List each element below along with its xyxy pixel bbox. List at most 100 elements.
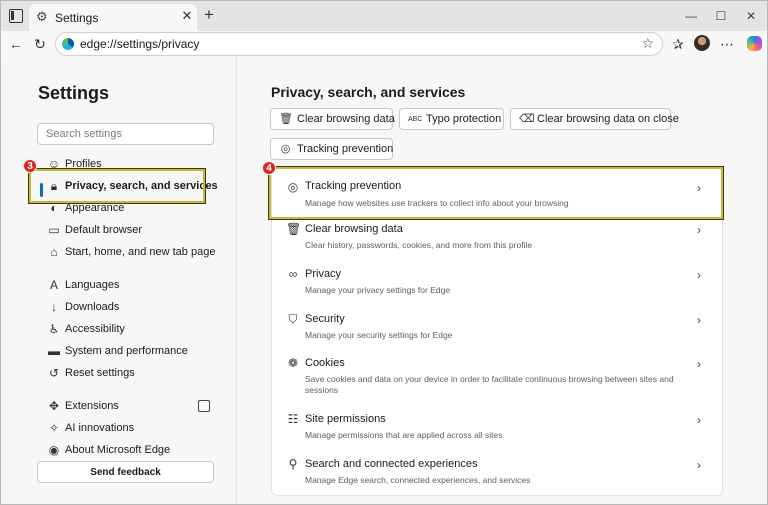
sidebar-item-accessibility[interactable]: ♿︎ Accessibility: [47, 320, 217, 340]
row-description: Manage permissions that are applied acro…: [305, 430, 503, 440]
more-menu-icon[interactable]: ⋯: [718, 34, 736, 54]
sidebar-item-system[interactable]: ▬ System and performance: [47, 342, 217, 362]
browser-window: ⚙ Settings ✕ + — ☐ ✕ ← ↻ edge://settings…: [0, 0, 768, 505]
avatar[interactable]: [694, 35, 710, 51]
chevron-right-icon: ›: [697, 357, 701, 371]
gear-icon: ⚙: [36, 9, 48, 24]
close-tab-icon[interactable]: ✕: [179, 8, 195, 24]
step-badge-4: 4: [262, 161, 276, 175]
chevron-right-icon: ›: [697, 313, 701, 327]
list-item-clear-browsing-data[interactable]: 🗑︎ Clear browsing data Clear history, pa…: [272, 220, 722, 264]
typo-protection-button[interactable]: ABC Typo protection: [399, 108, 504, 130]
sidebar-item-label: Downloads: [65, 301, 120, 313]
row-title: Clear browsing data: [305, 223, 403, 235]
palette-icon: ◐: [50, 201, 58, 215]
address-bar[interactable]: edge://settings/privacy ☆: [55, 32, 663, 56]
trash-icon: 🗑︎: [286, 222, 302, 236]
sidebar-item-downloads[interactable]: ↓ Downloads: [47, 298, 217, 318]
sidebar-item-reset[interactable]: ↺ Reset settings: [47, 364, 217, 384]
minimize-button[interactable]: —: [681, 7, 701, 25]
language-icon: A: [49, 278, 58, 292]
sidebar-item-default-browser[interactable]: ▭ Default browser: [47, 221, 217, 241]
back-arrow-icon[interactable]: ←: [7, 35, 25, 53]
browser-icon: ▭: [48, 223, 60, 237]
tracking-icon: ◎: [280, 143, 291, 155]
favorites-icon[interactable]: ✰: [669, 34, 687, 54]
clear-browsing-data-button[interactable]: 🗑︎ Clear browsing data: [270, 108, 395, 130]
sidebar-item-label: Appearance: [65, 202, 125, 214]
list-item-cookies[interactable]: ❁ Cookies Save cookies and data on your …: [272, 354, 722, 410]
spellcheck-icon: ABC: [408, 116, 423, 123]
laptop-icon: ▬: [48, 344, 60, 358]
send-feedback-button[interactable]: Send feedback: [37, 461, 214, 483]
row-title: Privacy: [305, 268, 342, 280]
maximize-button[interactable]: ☐: [711, 7, 731, 25]
new-tab-button[interactable]: +: [201, 6, 217, 23]
edge-icon: [62, 38, 74, 50]
sidebar-item-label: Extensions: [65, 400, 119, 412]
sidebar-item-ai[interactable]: ✧ AI innovations: [47, 419, 217, 439]
reset-icon: ↺: [48, 366, 60, 380]
puzzle-icon: ✥: [48, 399, 60, 413]
sidebar-item-label: System and performance: [65, 345, 188, 357]
row-title: Site permissions: [305, 413, 386, 425]
chevron-right-icon: ›: [697, 268, 701, 282]
sparkle-icon: ✧: [48, 421, 60, 435]
clear-on-close-button[interactable]: ⌫ Clear browsing data on close: [510, 108, 679, 130]
sidebar-item-about[interactable]: ◉ About Microsoft Edge: [47, 441, 217, 461]
title-bar: ⚙ Settings ✕ + — ☐ ✕: [1, 1, 767, 31]
search-icon: ⚲: [288, 457, 298, 471]
row-description: Manage Edge search, connected experience…: [305, 475, 531, 485]
tab-actions-icon[interactable]: [9, 9, 23, 23]
sidebar-item-label: Default browser: [65, 224, 143, 236]
clear-on-close-icon: ⌫: [519, 113, 535, 125]
button-label: Clear browsing data: [297, 113, 395, 125]
highlight-privacy: [28, 168, 206, 204]
tracking-prevention-button[interactable]: ◎ Tracking prevention: [270, 138, 393, 160]
list-item-search-connected[interactable]: ⚲ Search and connected experiences Manag…: [272, 455, 722, 497]
shield-icon: ⛉: [288, 312, 298, 326]
row-description: Manage your security settings for Edge: [305, 330, 453, 340]
toolbar: ← ↻ edge://settings/privacy ☆: [1, 31, 767, 57]
step-badge-3: 3: [23, 159, 37, 173]
chevron-right-icon: ›: [697, 413, 701, 427]
copilot-icon[interactable]: [747, 36, 762, 51]
url-text: edge://settings/privacy: [80, 37, 200, 51]
button-label: Tracking prevention: [297, 143, 394, 155]
row-title: Security: [305, 313, 345, 325]
row-description: Save cookies and data on your device in …: [305, 374, 674, 395]
row-description: Clear history, passwords, cookies, and m…: [305, 240, 533, 250]
sidebar-item-label: Accessibility: [65, 323, 125, 335]
sidebar-item-extensions[interactable]: ✥ Extensions: [47, 397, 217, 417]
list-item-privacy[interactable]: ∞ Privacy Manage your privacy settings f…: [272, 265, 722, 309]
sidebar-item-languages[interactable]: A Languages: [47, 276, 217, 296]
list-item-site-permissions[interactable]: ☷ Site permissions Manage permissions th…: [272, 410, 722, 454]
sidebar-item-label: Reset settings: [65, 367, 135, 379]
button-label: Clear browsing data on close: [537, 113, 679, 125]
settings-page: Settings ☺ Profiles 🔒︎ Privacy, search, …: [3, 57, 765, 504]
external-link-icon: [198, 400, 210, 412]
row-title: Cookies: [305, 357, 345, 369]
sidebar-item-label: AI innovations: [65, 422, 135, 434]
cookie-icon: ❁: [287, 356, 299, 370]
sidebar-item-label: Languages: [65, 279, 120, 291]
close-window-button[interactable]: ✕: [741, 7, 761, 25]
row-title: Search and connected experiences: [305, 458, 478, 470]
tab-settings[interactable]: ⚙ Settings ✕: [29, 4, 197, 31]
glasses-icon: ∞: [288, 267, 298, 281]
download-icon: ↓: [51, 300, 57, 314]
refresh-icon[interactable]: ↻: [31, 35, 49, 53]
sidebar-item-label: Start, home, and new tab page: [65, 246, 216, 258]
list-item-security[interactable]: ⛉ Security Manage your security settings…: [272, 310, 722, 354]
favorite-star-icon[interactable]: ☆: [641, 35, 654, 52]
search-input[interactable]: [37, 123, 214, 145]
page-title: Privacy, search, and services: [271, 84, 466, 100]
tab-title: Settings: [55, 11, 99, 25]
sidebar-item-start-home[interactable]: ⌂ Start, home, and new tab page: [47, 243, 217, 263]
accessibility-icon: ♿︎: [48, 322, 60, 336]
sidebar: Settings ☺ Profiles 🔒︎ Privacy, search, …: [3, 57, 237, 504]
row-description: Manage your privacy settings for Edge: [305, 285, 451, 295]
sidebar-item-label: About Microsoft Edge: [65, 444, 171, 456]
chevron-right-icon: ›: [697, 458, 701, 472]
permissions-icon: ☷: [287, 412, 299, 426]
